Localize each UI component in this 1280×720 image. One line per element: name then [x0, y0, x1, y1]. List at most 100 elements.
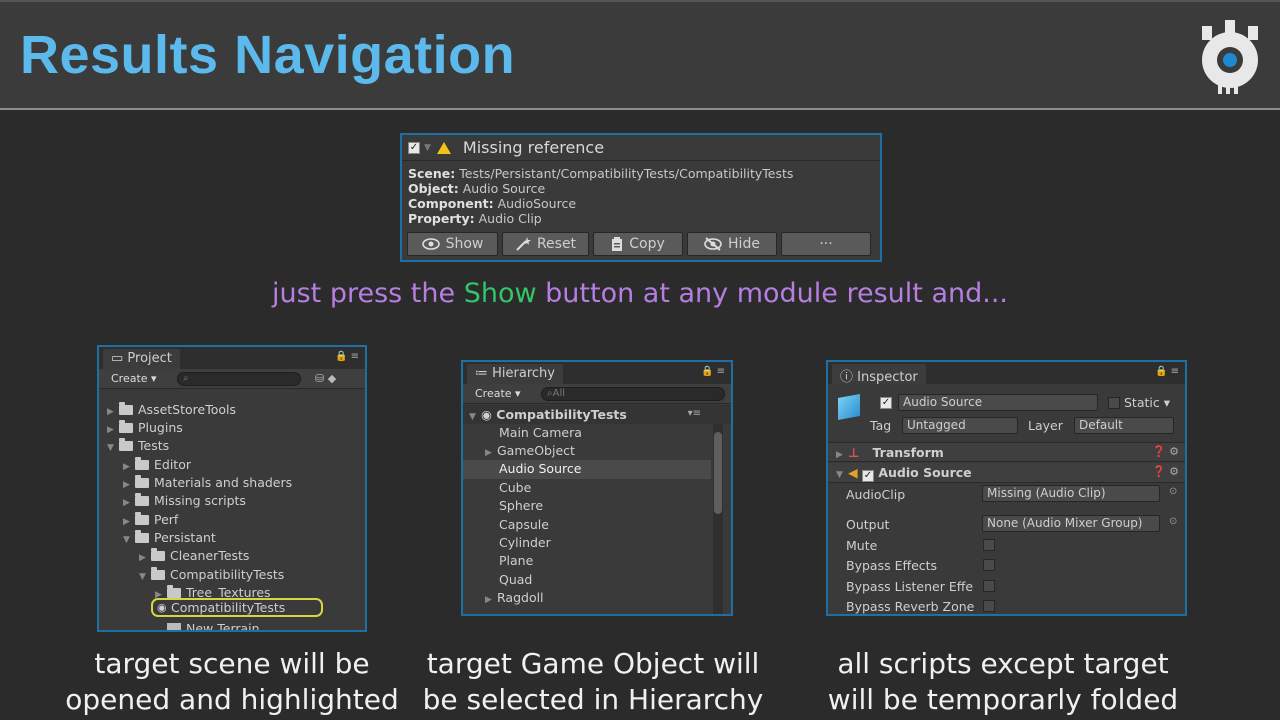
- show-button[interactable]: Show: [407, 232, 498, 256]
- project-item[interactable]: ▶ Plugins: [107, 420, 183, 435]
- inspector-panel: ⓘ Inspector 🔒 ≡ ✓ Audio Source Static ▾ …: [826, 360, 1187, 616]
- project-tab-label: Project: [127, 351, 172, 366]
- tag-label: Tag: [870, 418, 892, 433]
- project-item[interactable]: ▶ CleanerTests: [139, 548, 249, 563]
- bypass-effects-checkbox[interactable]: [983, 559, 995, 571]
- hierarchy-item[interactable]: Main Camera: [499, 425, 582, 440]
- hierarchy-search-input[interactable]: ⌕All: [541, 387, 725, 401]
- panel-menu-icon[interactable]: 🔒 ≡: [335, 351, 359, 362]
- hierarchy-item[interactable]: Plane: [499, 553, 533, 568]
- project-item[interactable]: ▶ Materials and shaders: [123, 475, 292, 490]
- project-item[interactable]: ▶ Missing scripts: [123, 493, 246, 508]
- project-search-input[interactable]: ⌕: [177, 372, 301, 386]
- component-enabled-checkbox[interactable]: ✓: [861, 470, 874, 482]
- audioclip-field[interactable]: Missing (Audio Clip): [982, 485, 1160, 502]
- hierarchy-item-label: Audio Source: [499, 461, 582, 476]
- hierarchy-panel: ≔ Hierarchy 🔒 ≡ Create ▾ ⌕All ▼ ◉ Compati…: [461, 360, 733, 616]
- project-item[interactable]: ▶ AssetStoreTools: [107, 402, 236, 417]
- project-item[interactable]: New Terrain: [167, 621, 260, 630]
- hierarchy-item[interactable]: Quad: [499, 572, 532, 587]
- project-item[interactable]: ▼ CompatibilityTests: [139, 567, 284, 582]
- project-caption: target scene will be opened and highligh…: [60, 646, 404, 718]
- project-item-label: CompatibilityTests: [171, 600, 286, 615]
- project-item[interactable]: ▶ Perf: [123, 512, 178, 527]
- project-item[interactable]: ▼ Tests: [107, 438, 169, 453]
- project-tab[interactable]: ▭ Project: [103, 349, 180, 369]
- bypass-effects-label: Bypass Effects: [846, 558, 938, 573]
- hierarchy-item-label: Cube: [499, 480, 532, 495]
- scrollbar-thumb[interactable]: [714, 432, 722, 514]
- hierarchy-item[interactable]: ▶ GameObject: [485, 443, 575, 458]
- output-label: Output: [846, 517, 890, 532]
- project-item-label: Persistant: [154, 530, 216, 545]
- collapse-arrow-icon[interactable]: ▼: [424, 143, 431, 153]
- hierarchy-item[interactable]: Sphere: [499, 498, 543, 513]
- transform-axes-icon: ⊥: [848, 445, 864, 460]
- tag-dropdown[interactable]: Untagged: [902, 417, 1018, 434]
- project-create-dropdown[interactable]: Create ▾: [111, 372, 157, 385]
- property-label: Property:: [408, 211, 475, 226]
- component-settings-icon[interactable]: ❓ ⚙: [1152, 445, 1179, 458]
- transform-component-header[interactable]: ▶ ⊥ Transform ❓ ⚙: [828, 442, 1185, 462]
- panel-menu-icon[interactable]: 🔒 ≡: [1155, 366, 1179, 377]
- hierarchy-item[interactable]: Cylinder: [499, 535, 551, 550]
- hierarchy-scrollbar[interactable]: [713, 424, 723, 614]
- gameobject-cube-icon: [838, 394, 860, 420]
- layer-dropdown[interactable]: Default: [1074, 417, 1174, 434]
- object-name-field[interactable]: Audio Source: [898, 394, 1098, 411]
- hierarchy-item[interactable]: Cube: [499, 480, 531, 495]
- unity-scene-icon: ◉: [481, 407, 497, 422]
- more-button[interactable]: ···: [781, 232, 871, 256]
- hide-button[interactable]: Hide: [687, 232, 777, 256]
- object-picker-icon[interactable]: ⊙: [1169, 486, 1177, 497]
- hierarchy-item-label: Quad: [499, 572, 533, 587]
- hierarchy-tab[interactable]: ≔ Hierarchy: [467, 364, 563, 384]
- hierarchy-search-placeholder: All: [552, 388, 566, 399]
- scene-row[interactable]: ▼ ◉ CompatibilityTests ▾≡: [463, 405, 731, 424]
- selected-hierarchy-item[interactable]: Audio Source: [463, 460, 711, 479]
- hierarchy-item[interactable]: Capsule: [499, 517, 549, 532]
- hierarchy-create-dropdown[interactable]: Create ▾: [475, 387, 521, 400]
- result-action-buttons: Show Reset Copy Hide ···: [407, 232, 871, 256]
- slide-title: Results Navigation: [20, 25, 516, 85]
- audioclip-label: AudioClip: [846, 487, 906, 502]
- copy-button[interactable]: Copy: [593, 232, 683, 256]
- hierarchy-caption: target Game Object will be selected in H…: [418, 646, 768, 718]
- project-panel: ▭ Project 🔒 ≡ Create ▾ ⌕ ⛁ ◆ ▶ AssetStore…: [97, 345, 367, 632]
- bypass-listener-label: Bypass Listener Effe: [846, 579, 974, 594]
- reset-button[interactable]: Reset: [502, 232, 589, 256]
- more-button-label: ···: [819, 236, 833, 252]
- audio-source-component-header[interactable]: ▼ ◀ ✓ Audio Source ❓ ⚙: [828, 463, 1185, 483]
- slide-header: Results Navigation: [0, 0, 1280, 110]
- inspector-tab[interactable]: ⓘ Inspector: [832, 364, 926, 385]
- active-checkbox[interactable]: ✓: [880, 397, 892, 409]
- hierarchy-item-label: Sphere: [499, 498, 544, 513]
- project-item[interactable]: ▼ Persistant: [123, 530, 216, 545]
- scene-menu-icon[interactable]: ▾≡: [688, 408, 701, 419]
- project-item-label: Missing scripts: [154, 493, 246, 508]
- output-field[interactable]: None (Audio Mixer Group): [982, 515, 1160, 532]
- project-item-label: Tests: [138, 438, 170, 453]
- mute-checkbox[interactable]: [983, 539, 995, 551]
- object-picker-icon[interactable]: ⊙: [1169, 516, 1177, 527]
- result-title: Missing reference: [462, 138, 605, 157]
- project-item[interactable]: ▶ Editor: [123, 457, 191, 472]
- project-item-label: AssetStoreTools: [138, 402, 236, 417]
- eye-off-icon: [704, 237, 722, 251]
- object-value: Audio Source: [462, 181, 546, 196]
- bypass-listener-checkbox[interactable]: [983, 580, 995, 592]
- hierarchy-caption-line: target Game Object will: [426, 647, 760, 680]
- scene-value: Tests/Persistant/CompatibilityTests/Comp…: [459, 166, 794, 181]
- result-enabled-checkbox[interactable]: ✓: [408, 141, 420, 154]
- filter-icons[interactable]: ⛁ ◆: [315, 372, 336, 385]
- layer-value: Default: [1079, 418, 1123, 432]
- highlighted-scene-item[interactable]: ◉ CompatibilityTests: [151, 598, 323, 617]
- panel-menu-icon[interactable]: 🔒 ≡: [701, 366, 725, 377]
- project-toolbar: Create ▾ ⌕ ⛁ ◆: [99, 369, 365, 389]
- project-caption-line: opened and highlighted: [65, 683, 399, 716]
- static-toggle[interactable]: Static ▾: [1108, 395, 1170, 410]
- bypass-reverb-checkbox[interactable]: [983, 600, 995, 612]
- component-settings-icon[interactable]: ❓ ⚙: [1152, 465, 1179, 478]
- hierarchy-item[interactable]: ▶ Ragdoll: [485, 590, 544, 605]
- show-button-label: Show: [445, 236, 484, 252]
